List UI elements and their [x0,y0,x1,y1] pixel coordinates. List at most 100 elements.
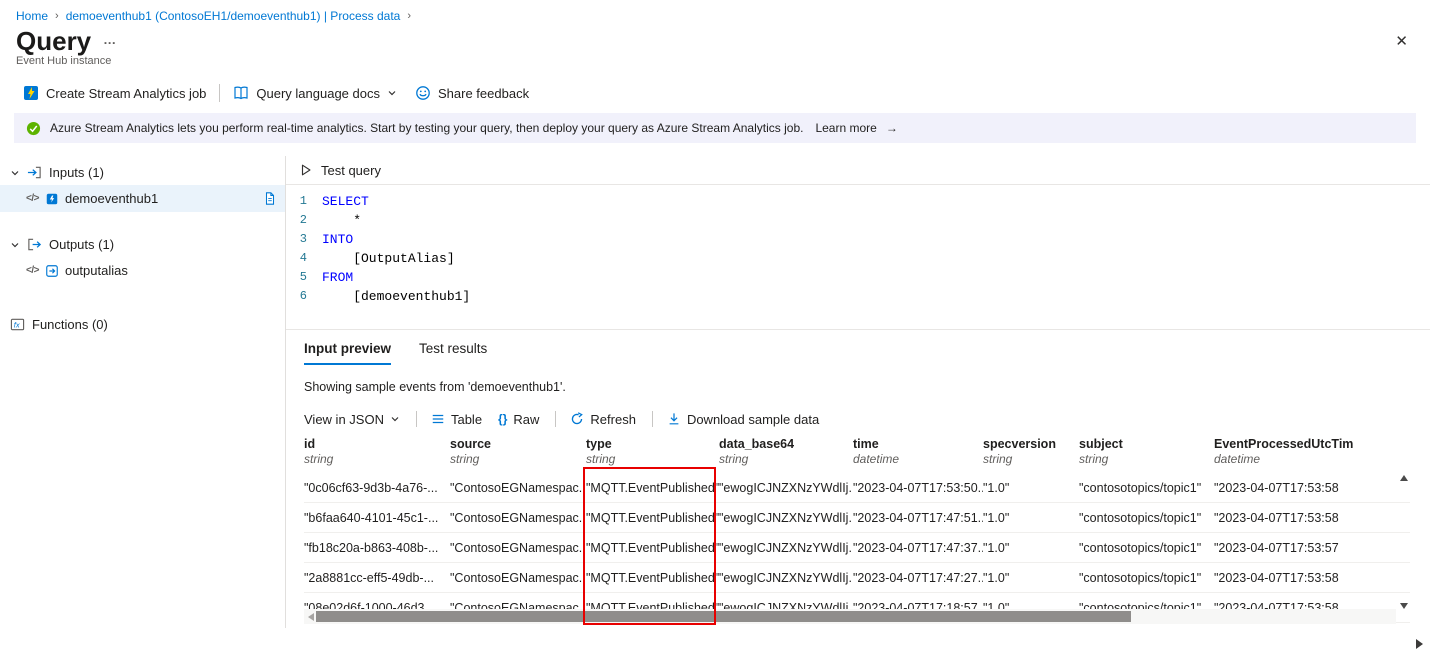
learn-more-link[interactable]: Learn more [815,121,876,135]
table-cell: "MQTT.EventPublished" [586,511,719,525]
main-panel: Test query 1SELECT2 *3INTO4 [OutputAlias… [286,156,1430,628]
table-cell: "ContosoEGNamespac... [450,481,586,495]
scroll-down-icon[interactable] [1400,603,1408,609]
horizontal-scrollbar[interactable] [304,609,1396,624]
line-number: 6 [286,287,322,306]
table-cell: "1.0" [983,541,1079,555]
table-cell: "MQTT.EventPublished" [586,541,719,555]
download-icon [667,412,681,426]
arrow-right-icon: → [886,121,898,135]
code-line[interactable]: 1SELECT [286,192,1430,211]
view-in-json-dropdown[interactable]: View in JSON [304,412,400,427]
scroll-right-icon[interactable] [1416,639,1423,649]
column-header-time[interactable]: timedatetime [853,437,983,473]
tab-test-results[interactable]: Test results [419,341,487,365]
table-row[interactable]: "fb18c20a-b863-408b-..."ContosoEGNamespa… [304,533,1410,563]
breadcrumb-home-link[interactable]: Home [16,9,48,23]
vertical-scrollbar[interactable] [1398,475,1410,609]
table-header: idstringsourcestringtypestringdata_base6… [304,437,1410,473]
table-cell: "MQTT.EventPublished" [586,481,719,495]
table-row[interactable]: "2a8881cc-eff5-49db-..."ContosoEGNamespa… [304,563,1410,593]
column-type: string [304,452,442,466]
chevron-down-icon [10,168,20,178]
inputs-icon [27,165,42,180]
content-area: Inputs (1) </> demoeventhub1 Ou [0,156,1430,628]
view-in-json-label: View in JSON [304,412,384,427]
raw-view-button[interactable]: {} Raw [498,412,539,427]
table-cell: "0c06cf63-9d3b-4a76-... [304,481,450,495]
breadcrumb-process-data-link[interactable]: demoeventhub1 (ContosoEH1/demoeventhub1)… [66,9,401,23]
chevron-down-icon [390,414,400,424]
sidebar-item-demoeventhub1[interactable]: </> demoeventhub1 [0,185,285,212]
column-header-specversion[interactable]: specversionstring [983,437,1079,473]
smiley-icon [415,85,431,101]
column-header-data_base64[interactable]: data_base64string [719,437,853,473]
code-line[interactable]: 6 [demoeventhub1] [286,287,1430,306]
line-number: 3 [286,230,322,249]
code-editor[interactable]: 1SELECT2 *3INTO4 [OutputAlias]5FROM6 [de… [286,185,1430,330]
preview-section: Input preview Test results Showing sampl… [286,341,1430,627]
code-line[interactable]: 3INTO [286,230,1430,249]
table-cell: "2023-04-07T17:47:27.... [853,571,983,585]
table-cell: "2023-04-07T17:47:51.... [853,511,983,525]
code-text: [OutputAlias] [322,249,455,268]
column-header-id[interactable]: idstring [304,437,450,473]
column-type: datetime [853,452,975,466]
column-name: type [586,437,711,451]
table-cell: "contosotopics/topic1" [1079,541,1214,555]
share-feedback-button[interactable]: Share feedback [406,75,538,111]
table-cell: "2023-04-07T17:53:50.... [853,481,983,495]
column-header-source[interactable]: sourcestring [450,437,586,473]
table-cell: "ewogICJNZXNzYWdlIj... [719,481,853,495]
table-row[interactable]: "b6faa640-4101-45c1-..."ContosoEGNamespa… [304,503,1410,533]
code-line[interactable]: 5FROM [286,268,1430,287]
column-type: string [586,452,711,466]
line-number: 4 [286,249,322,268]
scroll-left-icon[interactable] [308,613,314,621]
table-cell: "2a8881cc-eff5-49db-... [304,571,450,585]
table-cell: "2023-04-07T17:53:57 [1214,541,1410,555]
close-icon[interactable]: ✕ [1395,26,1408,50]
functions-section-header[interactable]: fx Functions (0) [0,312,285,337]
column-header-subject[interactable]: subjectstring [1079,437,1214,473]
download-label: Download sample data [687,412,819,427]
inputs-section-header[interactable]: Inputs (1) [0,160,285,185]
scroll-up-icon[interactable] [1400,475,1408,481]
query-language-docs-button[interactable]: Query language docs [224,75,406,111]
stream-analytics-icon [23,85,39,101]
tab-input-preview[interactable]: Input preview [304,341,391,365]
table-row[interactable]: "0c06cf63-9d3b-4a76-..."ContosoEGNamespa… [304,473,1410,503]
breadcrumb-separator: › [407,10,411,22]
column-header-type[interactable]: typestring [586,437,719,473]
outputs-section-header[interactable]: Outputs (1) [0,232,285,257]
code-line[interactable]: 2 * [286,211,1430,230]
query-docs-label: Query language docs [256,86,380,101]
table-cell: "ewogICJNZXNzYWdlIj... [719,571,853,585]
horizontal-scrollbar-thumb[interactable] [316,611,1131,622]
column-type: string [719,452,845,466]
refresh-button[interactable]: Refresh [570,412,636,427]
sidebar-item-outputalias[interactable]: </> outputalias [0,257,285,284]
toolbar-divider [555,411,556,427]
document-icon[interactable] [263,191,277,206]
more-options-button[interactable]: … [103,32,117,47]
toolbar-divider [219,84,220,102]
preview-tabs: Input preview Test results [304,341,1430,365]
test-query-button[interactable]: Test query [286,156,1430,185]
table-cell: "MQTT.EventPublished" [586,571,719,585]
table-cell: "ContosoEGNamespac... [450,571,586,585]
functions-header-label: Functions (0) [32,317,108,332]
page-header: Query … ✕ [0,23,1430,56]
download-sample-data-button[interactable]: Download sample data [667,412,819,427]
code-text: INTO [322,230,353,249]
create-stream-analytics-job-button[interactable]: Create Stream Analytics job [14,75,215,111]
code-icon: </> [26,265,39,276]
table-view-label: Table [451,412,482,427]
table-view-button[interactable]: Table [431,412,482,427]
column-header-EventProcessedUtcTim[interactable]: EventProcessedUtcTimdatetime [1214,437,1410,473]
code-text: SELECT [322,192,369,211]
inputs-header-label: Inputs (1) [49,165,104,180]
raw-icon: {} [498,412,507,426]
table-cell: "2023-04-07T17:53:58 [1214,571,1410,585]
code-line[interactable]: 4 [OutputAlias] [286,249,1430,268]
